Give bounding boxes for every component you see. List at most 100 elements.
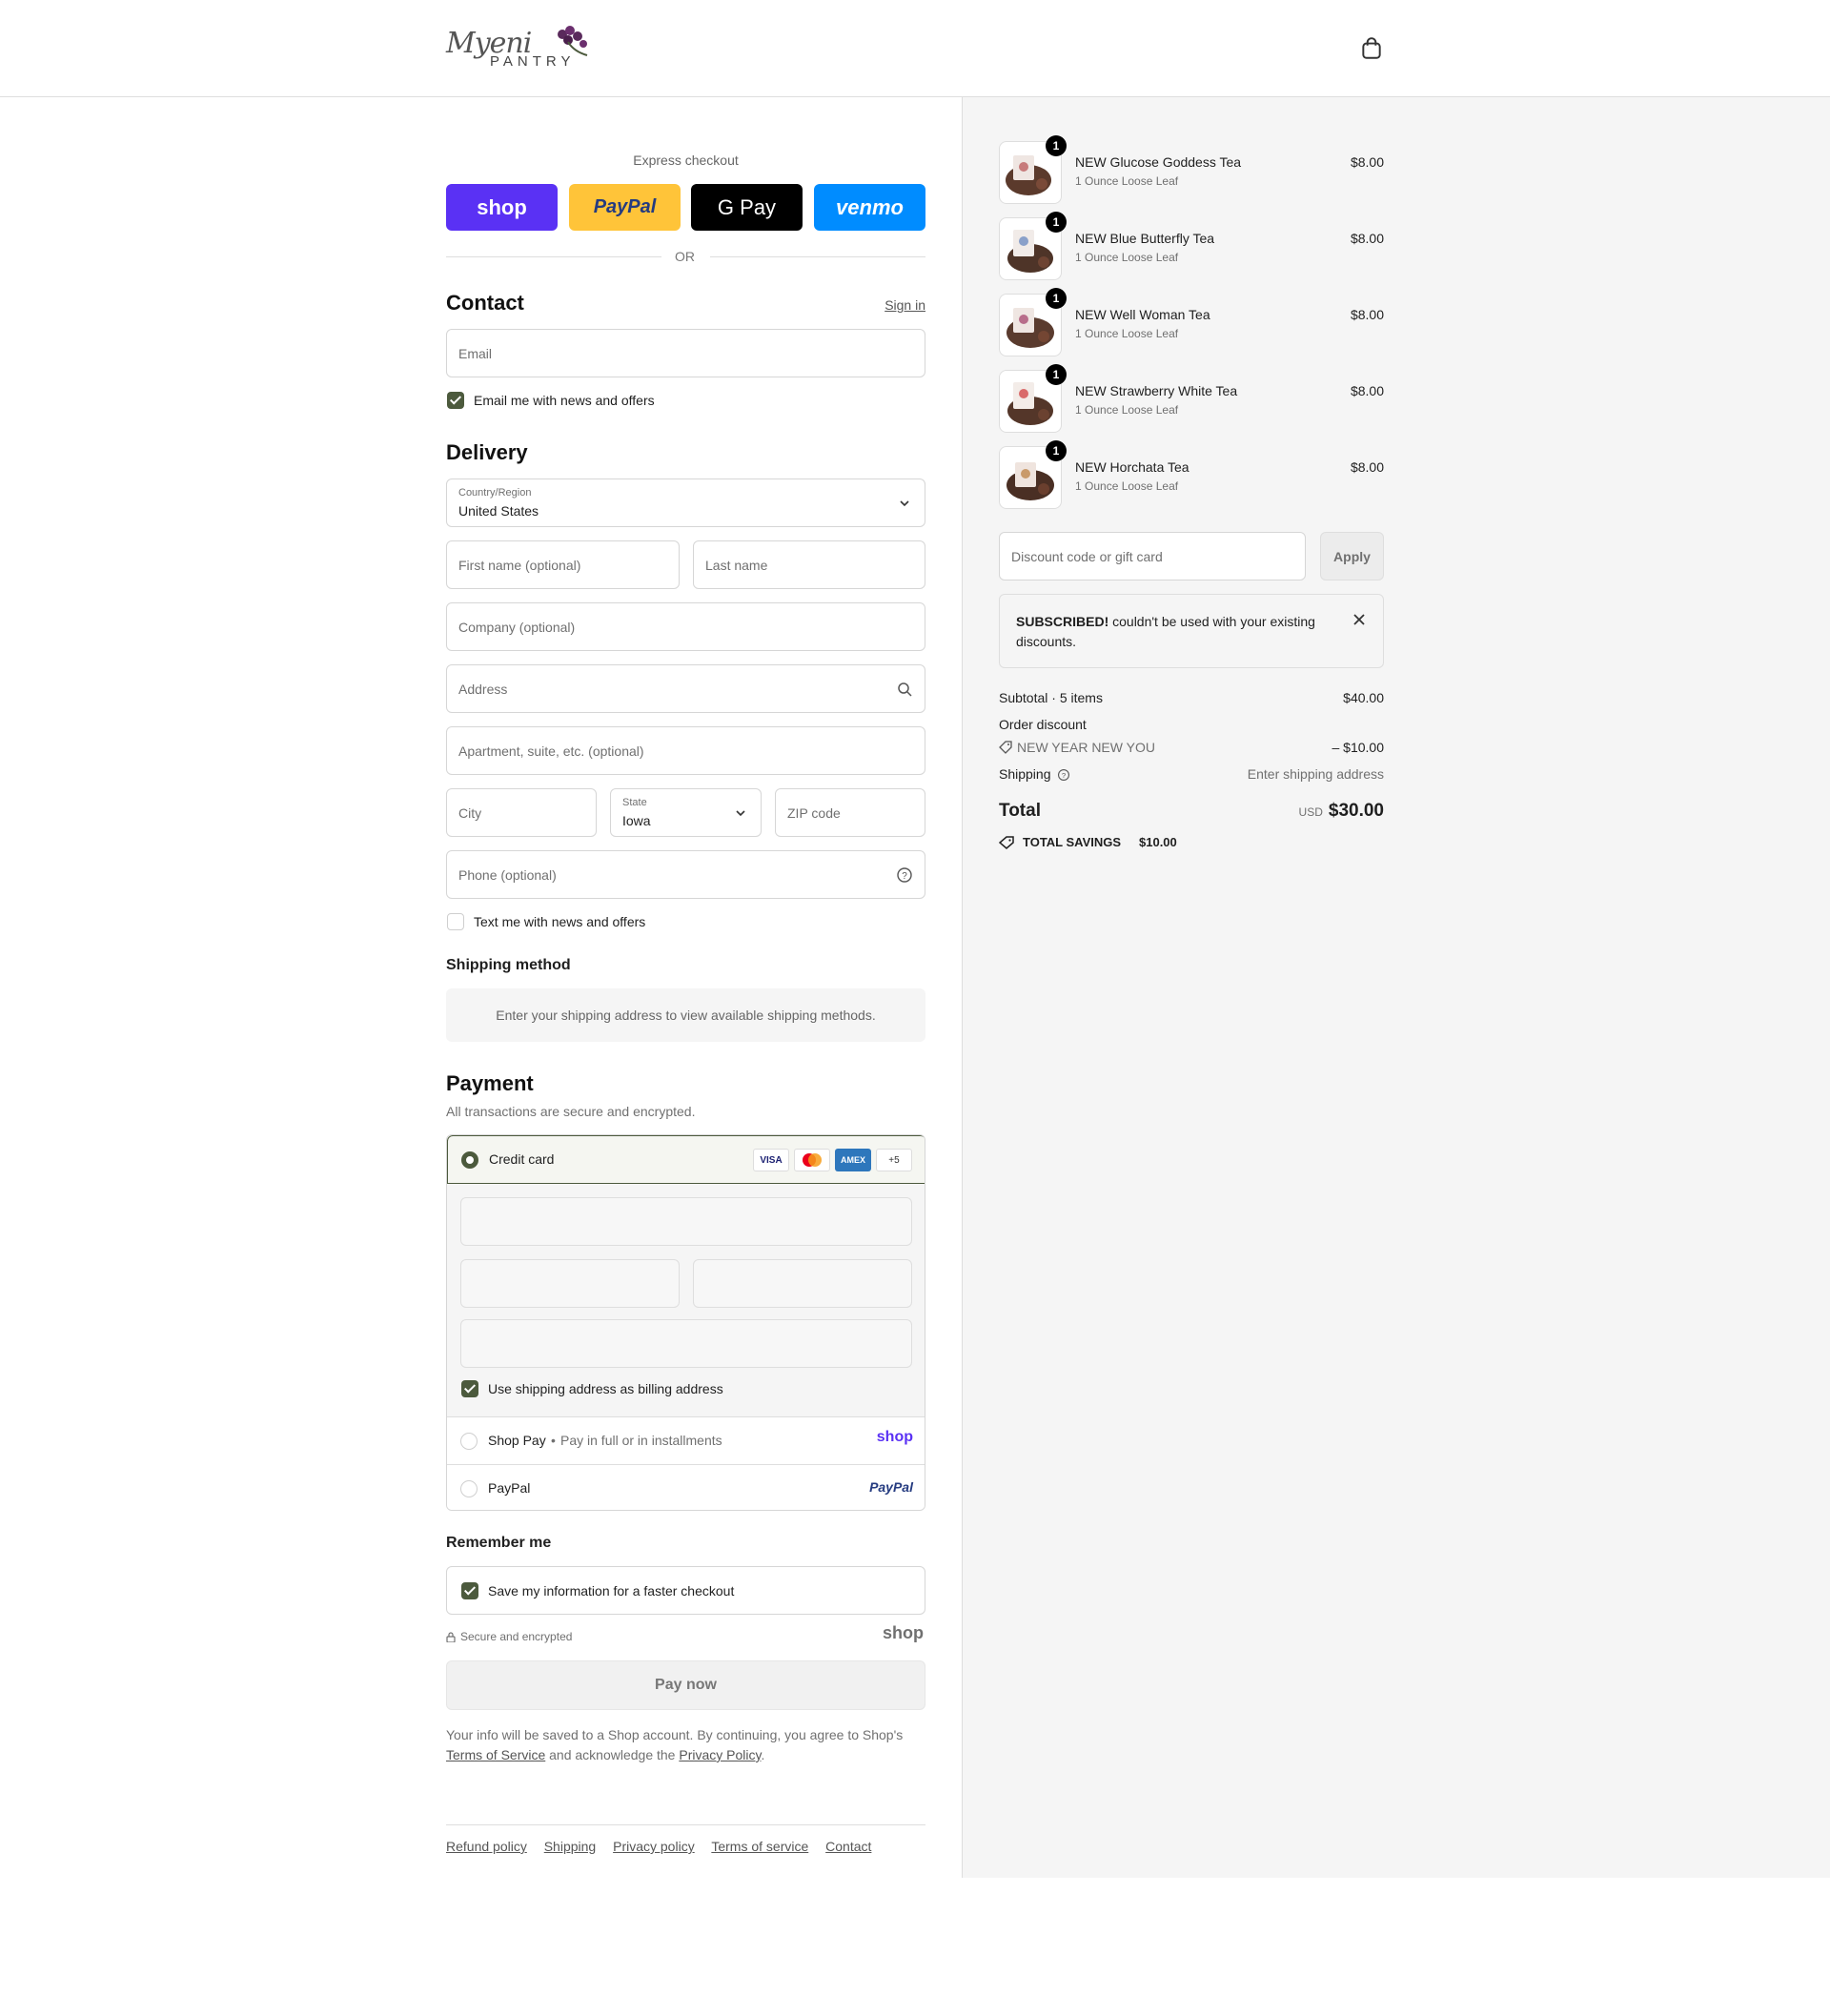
email-field[interactable]: Email (446, 329, 925, 377)
billing-same-checkbox[interactable] (461, 1380, 478, 1397)
item-name: NEW Glucose Goddess Tea (1075, 154, 1242, 170)
order-discount-row: Order discount (999, 717, 1384, 732)
cart-item: 1 NEW Horchata Tea 1 Ounce Loose Leaf $8… (999, 440, 1384, 509)
close-icon[interactable] (1352, 613, 1366, 626)
cart-item: 1 NEW Glucose Goddess Tea 1 Ounce Loose … (999, 135, 1384, 204)
shopping-bag-icon[interactable] (1359, 36, 1384, 61)
subtotal-value: $40.00 (1343, 690, 1384, 705)
legal-text: Your info will be saved to a Shop accoun… (446, 1725, 925, 1765)
venmo-express-button[interactable]: venmo (814, 184, 925, 231)
cart-item: 1 NEW Well Woman Tea 1 Ounce Loose Leaf … (999, 288, 1384, 356)
google-pay-express-button[interactable]: G Pay (691, 184, 803, 231)
apartment-field[interactable]: Apartment, suite, etc. (optional) (446, 726, 925, 775)
item-variant: 1 Ounce Loose Leaf (1075, 251, 1179, 264)
last-name-placeholder: Last name (705, 558, 768, 573)
shipping-method-heading: Shipping method (446, 957, 571, 973)
card-expiry-field[interactable] (460, 1259, 680, 1308)
currency-label: USD (1298, 805, 1323, 819)
sign-in-link[interactable]: Sign in (884, 297, 925, 313)
order-summary-panel (962, 97, 1830, 1878)
item-variant: 1 Ounce Loose Leaf (1075, 403, 1179, 417)
svg-text:?: ? (902, 871, 907, 882)
refund-policy-link[interactable]: Refund policy (446, 1839, 527, 1854)
cart-item: 1 NEW Strawberry White Tea 1 Ounce Loose… (999, 364, 1384, 433)
item-name: NEW Blue Butterfly Tea (1075, 231, 1215, 246)
shipping-value: Enter shipping address (1247, 766, 1384, 782)
lock-icon (446, 1632, 456, 1642)
terms-of-service-footer-link[interactable]: Terms of service (711, 1839, 808, 1854)
paypal-logo: PayPal (869, 1479, 913, 1495)
address-placeholder: Address (458, 682, 508, 697)
or-label: OR (675, 249, 695, 264)
total-amount: USD $30.00 (1299, 801, 1384, 822)
state-select[interactable]: State Iowa (610, 788, 762, 837)
item-price: $8.00 (1350, 307, 1384, 322)
apply-discount-button[interactable]: Apply (1320, 532, 1384, 580)
quantity-badge: 1 (1046, 364, 1067, 385)
paypal-label: PayPal (488, 1480, 531, 1496)
help-icon[interactable]: ? (896, 866, 913, 884)
paypal-radio[interactable] (460, 1480, 478, 1497)
savings-label: TOTAL SAVINGS (1023, 835, 1122, 849)
terms-of-service-link[interactable]: Terms of Service (446, 1747, 545, 1762)
shipping-method-message: Enter your shipping address to view avai… (446, 988, 925, 1042)
contact-link[interactable]: Contact (825, 1839, 871, 1854)
shop-pay-express-button[interactable]: shop (446, 184, 558, 231)
legal-text-1: Your info will be saved to a Shop accoun… (446, 1727, 904, 1742)
shop-logo: shop (883, 1623, 924, 1642)
express-checkout-title: Express checkout (633, 153, 739, 168)
card-number-field[interactable] (460, 1197, 912, 1246)
header: Myeni PANTRY (0, 0, 1830, 97)
shop-pay-radio[interactable] (460, 1433, 478, 1450)
quantity-badge: 1 (1046, 212, 1067, 233)
country-select[interactable]: Country/Region United States (446, 479, 925, 527)
shop-pay-option[interactable]: Shop Pay • Pay in full or in installment… (447, 1416, 925, 1464)
paypal-express-button[interactable]: PayPal (569, 184, 681, 231)
discount-code-label: NEW YEAR NEW YOU (1017, 740, 1155, 755)
apartment-placeholder: Apartment, suite, etc. (optional) (458, 743, 644, 759)
more-cards-badge: +5 (876, 1149, 912, 1171)
item-price: $8.00 (1350, 154, 1384, 170)
company-field[interactable]: Company (optional) (446, 602, 925, 651)
help-icon[interactable]: ? (1057, 768, 1070, 782)
card-cvv-field[interactable] (693, 1259, 912, 1308)
privacy-policy-footer-link[interactable]: Privacy policy (613, 1839, 695, 1854)
save-info-checkbox[interactable] (461, 1582, 478, 1599)
phone-field[interactable]: Phone (optional) ? (446, 850, 925, 899)
mastercard-icon (794, 1149, 830, 1171)
email-news-checkbox[interactable] (447, 392, 464, 409)
shop-pay-desc: Pay in full or in installments (560, 1433, 722, 1448)
shop-pay-separator: • (551, 1433, 556, 1448)
shipping-row: Shipping ? Enter shipping address (999, 766, 1384, 782)
company-placeholder: Company (optional) (458, 620, 576, 635)
text-news-checkbox[interactable] (447, 913, 464, 930)
credit-card-option[interactable]: Credit card VISA AMEX +5 (447, 1135, 925, 1184)
item-price: $8.00 (1350, 459, 1384, 475)
last-name-field[interactable]: Last name (693, 540, 925, 589)
first-name-field[interactable]: First name (optional) (446, 540, 680, 589)
store-logo[interactable]: Myeni PANTRY (446, 23, 599, 76)
total-row: Total USD $30.00 (999, 801, 1384, 829)
credit-card-radio[interactable] (461, 1151, 478, 1169)
address-field[interactable]: Address (446, 664, 925, 713)
shipping-label: Shipping (999, 766, 1051, 782)
pay-now-button[interactable]: Pay now (446, 1660, 925, 1710)
card-name-field[interactable] (460, 1319, 912, 1368)
savings-tag-icon (999, 836, 1014, 849)
paypal-option[interactable]: PayPal PayPal (447, 1464, 925, 1510)
zip-field[interactable]: ZIP code (775, 788, 925, 837)
legal-text-3: . (761, 1747, 765, 1762)
discount-code-input[interactable]: Discount code or gift card (999, 532, 1306, 580)
phone-placeholder: Phone (optional) (458, 867, 557, 883)
item-price: $8.00 (1350, 231, 1384, 246)
city-placeholder: City (458, 805, 482, 821)
payment-subheading: All transactions are secure and encrypte… (446, 1104, 696, 1119)
city-field[interactable]: City (446, 788, 597, 837)
privacy-policy-link[interactable]: Privacy Policy (679, 1747, 761, 1762)
state-label: State (622, 797, 647, 808)
email-news-label: Email me with news and offers (474, 393, 655, 408)
notice-text: SUBSCRIBED! couldn't be used with your e… (1016, 612, 1331, 652)
shipping-policy-link[interactable]: Shipping (544, 1839, 597, 1854)
payment-methods: Credit card VISA AMEX +5 Use shipping ad… (446, 1134, 925, 1511)
payment-heading: Payment (446, 1071, 534, 1095)
